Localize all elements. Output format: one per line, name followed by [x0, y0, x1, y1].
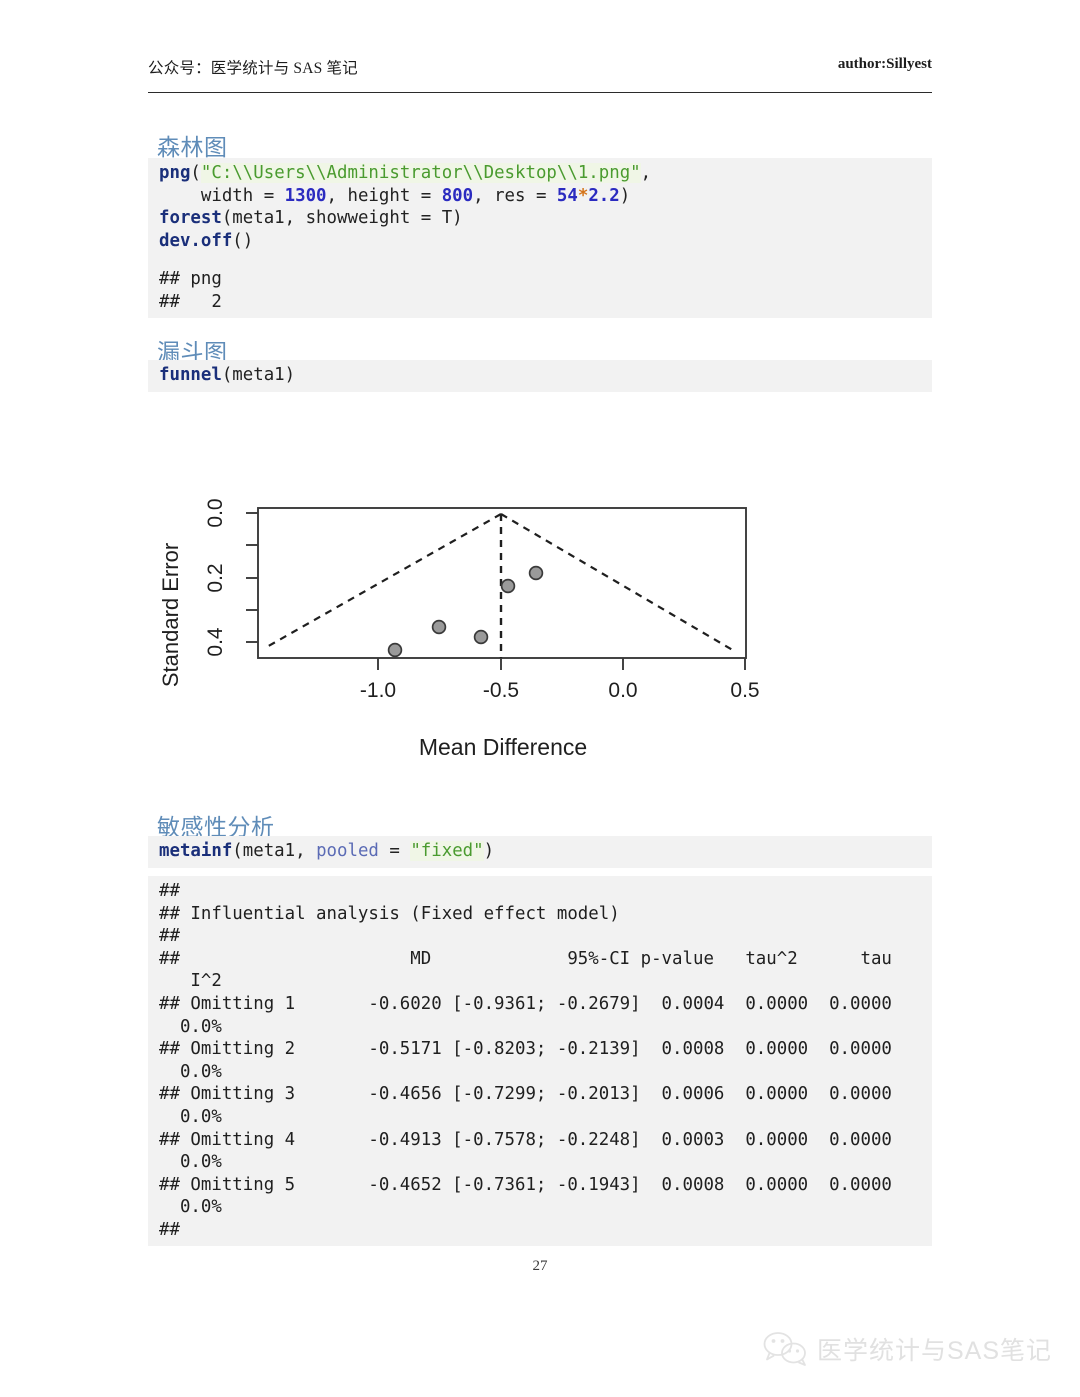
funnel-point-5	[528, 565, 544, 581]
code-token-fn-funnel: funnel	[159, 365, 222, 385]
funnel-point-3	[473, 629, 489, 645]
funnel-x-tick-3: 0.5	[730, 679, 759, 702]
output-sensitivity-analysis: ## ## Influential analysis (Fixed effect…	[159, 881, 892, 1240]
funnel-y-tick-2: 0.4	[204, 627, 227, 657]
funnel-y-tick-1: 0.2	[204, 563, 227, 592]
funnel-data-points	[387, 565, 544, 658]
wechat-icon	[763, 1332, 806, 1366]
code-token-arg-pooled: pooled	[316, 841, 379, 861]
funnel-point-1	[387, 642, 403, 658]
output-forest-plot: ## png ## 2	[159, 269, 222, 312]
funnel-x-tick-2: 0.0	[608, 679, 637, 702]
funnel-x-tick-1: -0.5	[483, 679, 519, 702]
funnel-point-4	[500, 578, 516, 594]
funnel-plot-svg: Standard Error 0.0 0.2 0.4 -1.0 -0.5 0.0…	[158, 498, 760, 760]
watermark-label: 医学统计与SAS笔记	[816, 1337, 1052, 1365]
funnel-x-axis-ticks	[377, 658, 746, 670]
output-block-sensitivity: ## ## Influential analysis (Fixed effect…	[148, 876, 932, 1246]
page-header: 公众号：医学统计与 SAS 笔记 author:Sillyest	[148, 56, 932, 93]
code-block-funnel: funnel(meta1)	[148, 360, 932, 392]
code-token-fn-metainf: metainf	[159, 841, 233, 861]
code-block-forest: png("C:\\Users\\Administrator\\Desktop\\…	[148, 158, 932, 280]
code-token-string-fixed: "fixed"	[410, 841, 484, 861]
page-number: 27	[532, 1258, 548, 1274]
code-token-string-path: "C:\\Users\\Administrator\\Desktop\\1.pn…	[200, 163, 641, 183]
code-token-operator-multiply: *	[577, 185, 589, 206]
output-block-forest: ## png ## 2	[148, 264, 932, 318]
code-forest-plot: png("C:\\Users\\Administrator\\Desktop\\…	[159, 163, 652, 251]
code-funnel-plot: funnel(meta1)	[159, 365, 296, 385]
footer-watermark: 医学统计与SAS笔记	[762, 1330, 1052, 1368]
funnel-y-axis-label: Standard Error	[158, 543, 183, 687]
funnel-x-axis-label: Mean Difference	[419, 734, 587, 760]
funnel-plot-figure: Standard Error 0.0 0.2 0.4 -1.0 -0.5 0.0…	[148, 470, 828, 780]
header-publication-name: 公众号：医学统计与 SAS 笔记	[148, 60, 358, 77]
section-heading-forest-plot: 森林图	[157, 134, 228, 160]
header-author: author:Sillyest	[837, 56, 932, 72]
code-block-sensitivity: metainf(meta1, pooled = "fixed")	[148, 836, 932, 868]
funnel-x-tick-0: -1.0	[360, 679, 396, 702]
funnel-y-tick-0: 0.0	[204, 498, 227, 527]
code-token-fn-forest: forest	[159, 208, 222, 229]
funnel-y-axis-ticks	[246, 512, 258, 643]
code-token-fn-png: png	[159, 163, 191, 183]
code-sensitivity-analysis: metainf(meta1, pooled = "fixed")	[159, 841, 495, 861]
code-token-fn-devoff: dev.off	[159, 230, 233, 251]
funnel-point-2	[431, 619, 447, 635]
